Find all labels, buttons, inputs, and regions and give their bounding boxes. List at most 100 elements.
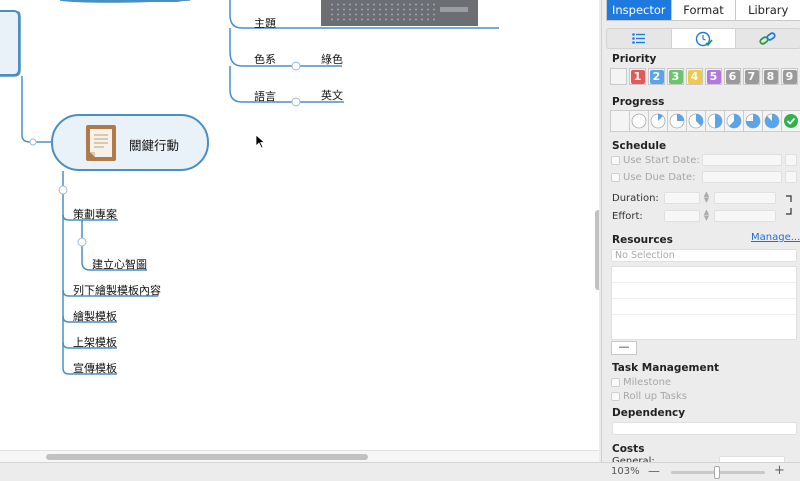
mouse-cursor	[255, 134, 266, 149]
branch-lines	[0, 0, 499, 375]
effort-value-field[interactable]	[664, 210, 700, 222]
priority-3-button[interactable]: 3	[667, 68, 684, 85]
use-due-date-label: Use Due Date:	[623, 172, 696, 183]
mindmap-canvas[interactable]: 主題 色系 綠色 語言 英文 關鍵行動 策劃專案 建立心智圖 列下繪製模板內容 …	[0, 0, 599, 450]
child-draw-template[interactable]: 繪製模板	[73, 308, 117, 324]
manage-resources-link[interactable]: Manage...	[751, 232, 800, 243]
use-start-date-checkbox[interactable]	[611, 156, 620, 165]
due-date-field[interactable]	[702, 171, 782, 183]
map-thumbnail	[321, 0, 478, 26]
child-plan-project[interactable]: 策劃專案	[73, 206, 117, 222]
priority-none-button[interactable]	[610, 68, 627, 85]
priority-8-button[interactable]: 8	[762, 68, 779, 85]
priority-badge: 5	[706, 69, 721, 84]
priority-5-button[interactable]: 5	[705, 68, 722, 85]
child-promote-template[interactable]: 宣傳模板	[73, 360, 117, 376]
milestone-checkbox[interactable]	[611, 378, 620, 387]
progress-option[interactable]	[724, 110, 744, 132]
subtab-links[interactable]	[736, 29, 800, 48]
branch-color-scheme[interactable]: 色系	[254, 51, 276, 67]
effort-unit-field[interactable]	[714, 210, 776, 222]
inspector-subtabs	[606, 28, 800, 49]
resource-select[interactable]: No Selection	[611, 249, 797, 262]
priority-9-button[interactable]: 9	[781, 68, 798, 85]
progress-option[interactable]	[705, 110, 725, 132]
start-date-dropdown[interactable]	[785, 154, 797, 166]
progress-option[interactable]	[648, 110, 668, 132]
remove-resource-button[interactable]: —	[611, 341, 637, 355]
status-bar: 103% — +	[0, 462, 800, 481]
duration-stepper[interactable]: ▲ ▼	[702, 191, 711, 204]
subtab-task[interactable]	[671, 29, 737, 48]
resource-select-value: No Selection	[615, 250, 675, 261]
branch-theme[interactable]: 主題	[254, 15, 276, 31]
zoom-level: 103%	[611, 466, 640, 477]
progress-pie-icon	[745, 113, 761, 129]
tab-format[interactable]: Format	[670, 0, 737, 20]
use-start-date-label: Use Start Date:	[623, 155, 700, 166]
priority-badge: 2	[649, 69, 664, 84]
use-due-date-checkbox[interactable]	[611, 173, 620, 182]
progress-option[interactable]	[781, 110, 800, 132]
progress-pie-icon	[784, 114, 798, 128]
priority-heading: Priority	[612, 53, 657, 65]
child-list-template-content[interactable]: 列下繪製模板內容	[73, 282, 161, 298]
list-icon	[632, 33, 645, 44]
progress-pie-icon	[688, 113, 704, 129]
zoom-in-button[interactable]: +	[774, 463, 785, 478]
progress-pie-icon	[707, 113, 723, 129]
priority-7-button[interactable]: 7	[743, 68, 760, 85]
priority-2-button[interactable]: 2	[648, 68, 665, 85]
vertical-scrollbar[interactable]	[594, 0, 599, 450]
progress-pie-icon	[726, 113, 742, 129]
priority-badge: 7	[744, 69, 759, 84]
horizontal-scrollbar[interactable]	[0, 450, 599, 462]
roll-up-tasks-checkbox[interactable]	[611, 392, 620, 401]
progress-option[interactable]	[610, 110, 630, 132]
dependency-field[interactable]	[612, 422, 797, 435]
priority-1-button[interactable]: 1	[629, 68, 646, 85]
dependency-heading: Dependency	[612, 407, 686, 419]
resource-list[interactable]	[611, 266, 797, 340]
subtab-outline[interactable]	[607, 29, 672, 48]
tab-library[interactable]: Library	[736, 0, 800, 20]
left-node-edge[interactable]	[0, 10, 20, 76]
progress-option[interactable]	[667, 110, 687, 132]
progress-pie-icon	[669, 113, 685, 129]
child-build-mindmap[interactable]: 建立心智圖	[92, 256, 147, 272]
document-icon	[86, 125, 116, 161]
branch-language-value[interactable]: 英文	[321, 87, 343, 103]
priority-4-button[interactable]: 4	[686, 68, 703, 85]
zoom-slider-thumb[interactable]	[714, 466, 720, 479]
progress-selector	[610, 110, 800, 132]
branch-color-scheme-value[interactable]: 綠色	[321, 51, 343, 67]
start-date-field[interactable]	[702, 154, 782, 166]
schedule-heading: Schedule	[612, 140, 667, 152]
priority-selector: 123456789	[610, 68, 798, 85]
effort-stepper[interactable]: ▲ ▼	[702, 209, 711, 222]
priority-6-button[interactable]: 6	[724, 68, 741, 85]
zoom-out-button[interactable]: —	[648, 464, 660, 478]
main-node-title: 關鍵行動	[129, 138, 180, 153]
branch-language[interactable]: 語言	[254, 88, 276, 104]
progress-option[interactable]	[743, 110, 763, 132]
priority-badge: 8	[763, 69, 778, 84]
progress-option[interactable]	[629, 110, 649, 132]
clock-check-icon	[695, 31, 713, 46]
resources-heading: Resources	[612, 234, 673, 246]
top-node-edge[interactable]	[60, 0, 192, 2]
tab-inspector[interactable]: Inspector	[607, 0, 671, 20]
duration-unit-field[interactable]	[714, 192, 776, 204]
priority-badge: 3	[668, 69, 683, 84]
link-bracket-icon[interactable]	[785, 194, 795, 218]
main-node-key-actions[interactable]: 關鍵行動	[51, 114, 209, 171]
progress-option[interactable]	[762, 110, 782, 132]
progress-pie-icon	[650, 113, 666, 129]
due-date-dropdown[interactable]	[785, 171, 797, 183]
child-publish-template[interactable]: 上架模板	[73, 334, 117, 350]
duration-value-field[interactable]	[664, 192, 700, 204]
costs-heading: Costs	[612, 443, 645, 455]
progress-option[interactable]	[686, 110, 706, 132]
priority-badge: 1	[630, 69, 645, 84]
progress-pie-icon	[764, 113, 780, 129]
